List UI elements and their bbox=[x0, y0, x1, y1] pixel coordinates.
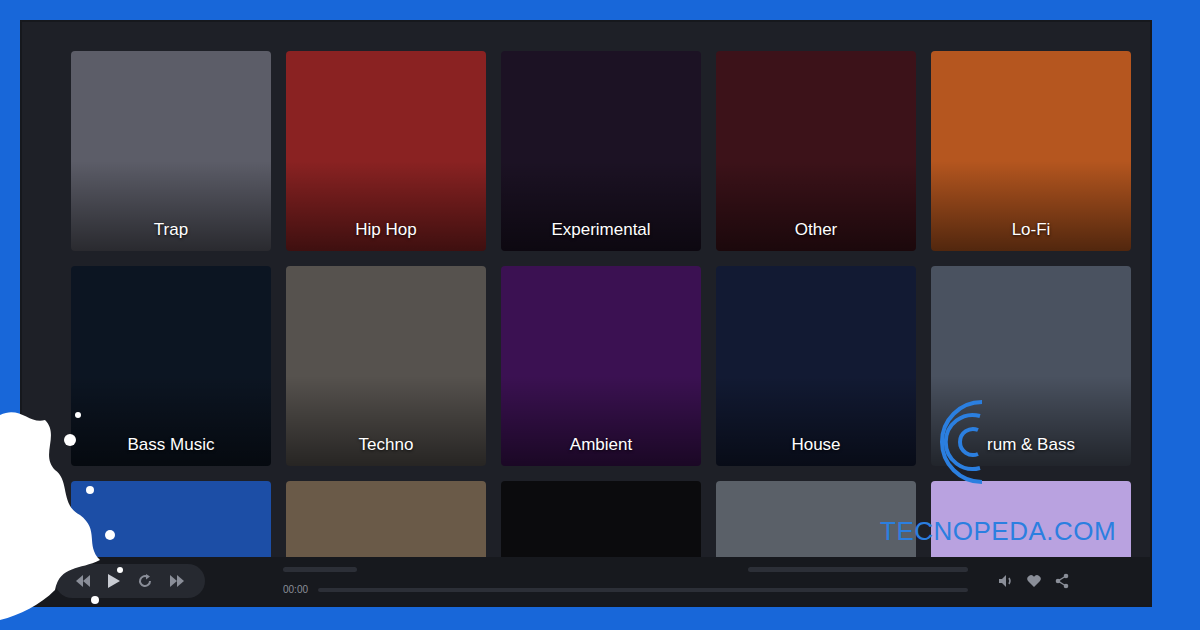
track-title-placeholder bbox=[283, 567, 357, 572]
player-actions bbox=[998, 573, 1070, 589]
genre-label: Trap bbox=[146, 220, 196, 251]
genre-label: Lo-Fi bbox=[1004, 220, 1059, 251]
genre-tile[interactable]: House bbox=[716, 266, 916, 466]
genre-grid-viewport[interactable]: Trap Hip Hop Experimental Other Lo-Fi Bass Mu… bbox=[22, 22, 1150, 557]
genre-label: Experimental bbox=[543, 220, 658, 251]
genre-label: Other bbox=[787, 220, 846, 251]
genre-tile[interactable]: Techno bbox=[286, 266, 486, 466]
genre-label: rum & Bass bbox=[979, 435, 1083, 466]
play-icon[interactable] bbox=[107, 573, 121, 589]
page: Trap Hip Hop Experimental Other Lo-Fi Bass Mu… bbox=[0, 0, 1200, 630]
repeat-icon[interactable] bbox=[137, 573, 153, 589]
genre-label: House bbox=[783, 435, 848, 466]
previous-icon[interactable] bbox=[75, 574, 91, 588]
tecnopeda-logo-icon bbox=[920, 392, 984, 492]
genre-tile[interactable]: Experimental bbox=[501, 51, 701, 251]
genre-tile[interactable]: Trap bbox=[71, 51, 271, 251]
genre-label: Hip Hop bbox=[347, 220, 424, 251]
genre-tile[interactable] bbox=[501, 481, 701, 557]
genre-tile[interactable] bbox=[286, 481, 486, 557]
genre-tile[interactable] bbox=[71, 481, 271, 557]
genre-tile[interactable]: Hip Hop bbox=[286, 51, 486, 251]
track-artist-placeholder bbox=[748, 567, 968, 572]
genre-tile[interactable]: Ambient bbox=[501, 266, 701, 466]
elapsed-time: 00:00 bbox=[283, 584, 308, 595]
genre-label: Bass Music bbox=[120, 435, 223, 466]
genre-label: Techno bbox=[351, 435, 422, 466]
share-icon[interactable] bbox=[1054, 573, 1070, 589]
heart-icon[interactable] bbox=[1026, 574, 1042, 588]
watermark-text: TECNOPEDA.COM bbox=[880, 516, 1116, 547]
genre-tile[interactable]: Lo-Fi bbox=[931, 51, 1131, 251]
genre-tile[interactable]: Other bbox=[716, 51, 916, 251]
player-bar: 00:00 bbox=[22, 557, 1150, 605]
timeline: 00:00 bbox=[283, 584, 968, 595]
genre-tile[interactable]: Bass Music bbox=[71, 266, 271, 466]
track-area: 00:00 bbox=[283, 567, 968, 595]
progress-track[interactable] bbox=[318, 588, 968, 592]
genre-label: Ambient bbox=[562, 435, 640, 466]
paint-splatter bbox=[0, 395, 230, 630]
volume-icon[interactable] bbox=[998, 574, 1014, 588]
next-icon[interactable] bbox=[169, 574, 185, 588]
player-controls bbox=[55, 564, 205, 598]
track-info bbox=[283, 567, 968, 572]
